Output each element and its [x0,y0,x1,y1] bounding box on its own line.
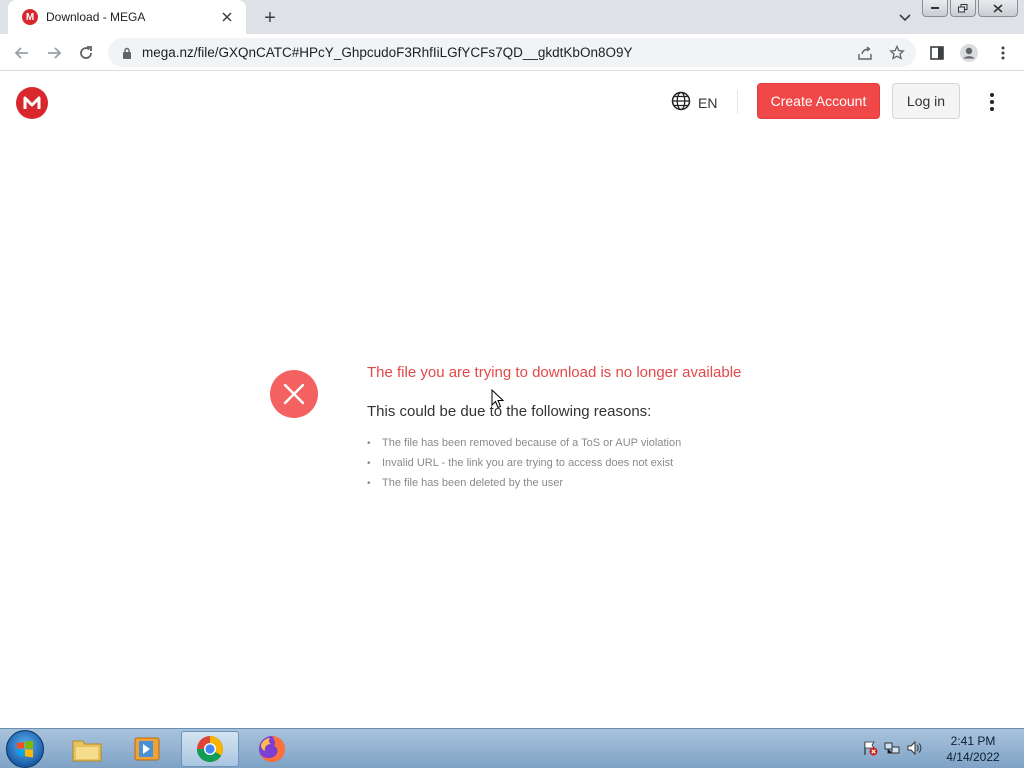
create-account-button[interactable]: Create Account [757,83,880,119]
volume-icon[interactable] [906,740,922,756]
error-subtitle: This could be due to the following reaso… [367,403,652,420]
login-button[interactable]: Log in [892,83,960,119]
windows-taskbar: 2:41 PM 4/14/2022 [0,728,1024,768]
mega-favicon-icon: M [22,9,38,25]
restore-button[interactable] [950,0,976,17]
new-tab-button[interactable]: + [258,6,282,30]
system-tray [862,740,922,756]
list-item: • The file has been removed because of a … [367,436,681,456]
reason-text: The file has been deleted by the user [382,477,564,489]
file-explorer-icon[interactable] [58,731,116,767]
url-text[interactable]: mega.nz/file/GXQnCATC#HPcY_GhpcudoF3RhfI… [142,45,632,60]
error-title: The file you are trying to download is n… [367,364,742,381]
tab-search-chevron-icon[interactable] [894,7,916,29]
clock-date: 4/14/2022 [946,750,1000,764]
side-panel-icon[interactable] [926,42,948,64]
action-center-flag-icon[interactable] [862,740,878,756]
lock-icon[interactable] [120,46,134,60]
browser-toolbar: mega.nz/file/GXQnCATC#HPcY_GhpcudoF3RhfI… [0,34,1024,71]
error-x-icon [270,370,318,418]
browser-tab-strip: M Download - MEGA + [0,0,1024,34]
mega-logo-icon[interactable] [16,87,48,119]
mouse-cursor-icon [491,388,505,414]
reload-button[interactable] [72,39,100,67]
language-selector[interactable]: EN [671,91,717,114]
list-item: • Invalid URL - the link you are trying t… [367,456,681,476]
firefox-icon[interactable] [243,731,301,767]
reasons-list: • The file has been removed because of a … [367,436,681,496]
browser-menu-icon[interactable] [992,42,1014,64]
network-icon[interactable] [884,740,900,756]
tab-download-mega[interactable]: M Download - MEGA [8,0,246,34]
forward-button[interactable] [40,39,68,67]
media-player-icon[interactable] [118,731,176,767]
back-button[interactable] [8,39,36,67]
minimize-button[interactable] [922,0,948,17]
tab-close-icon[interactable] [218,8,236,26]
share-icon[interactable] [856,44,874,62]
bookmark-star-icon[interactable] [888,44,906,62]
list-item: • The file has been deleted by the user [367,476,681,496]
reason-text: Invalid URL - the link you are trying to… [382,457,674,469]
header-divider [737,90,738,114]
tab-title: Download - MEGA [46,10,146,24]
more-menu-icon[interactable] [982,91,1002,113]
reason-text: The file has been removed because of a T… [382,437,682,449]
address-bar[interactable]: mega.nz/file/GXQnCATC#HPcY_GhpcudoF3RhfI… [108,38,916,67]
chrome-icon[interactable] [181,731,239,767]
start-button[interactable] [6,730,44,768]
window-controls [922,0,1018,17]
language-label: EN [698,94,718,111]
clock-time: 2:41 PM [950,734,996,748]
globe-icon [671,91,691,114]
system-clock[interactable]: 2:41 PM 4/14/2022 [936,733,1010,765]
close-window-button[interactable] [978,0,1018,17]
profile-avatar-icon[interactable] [958,42,980,64]
